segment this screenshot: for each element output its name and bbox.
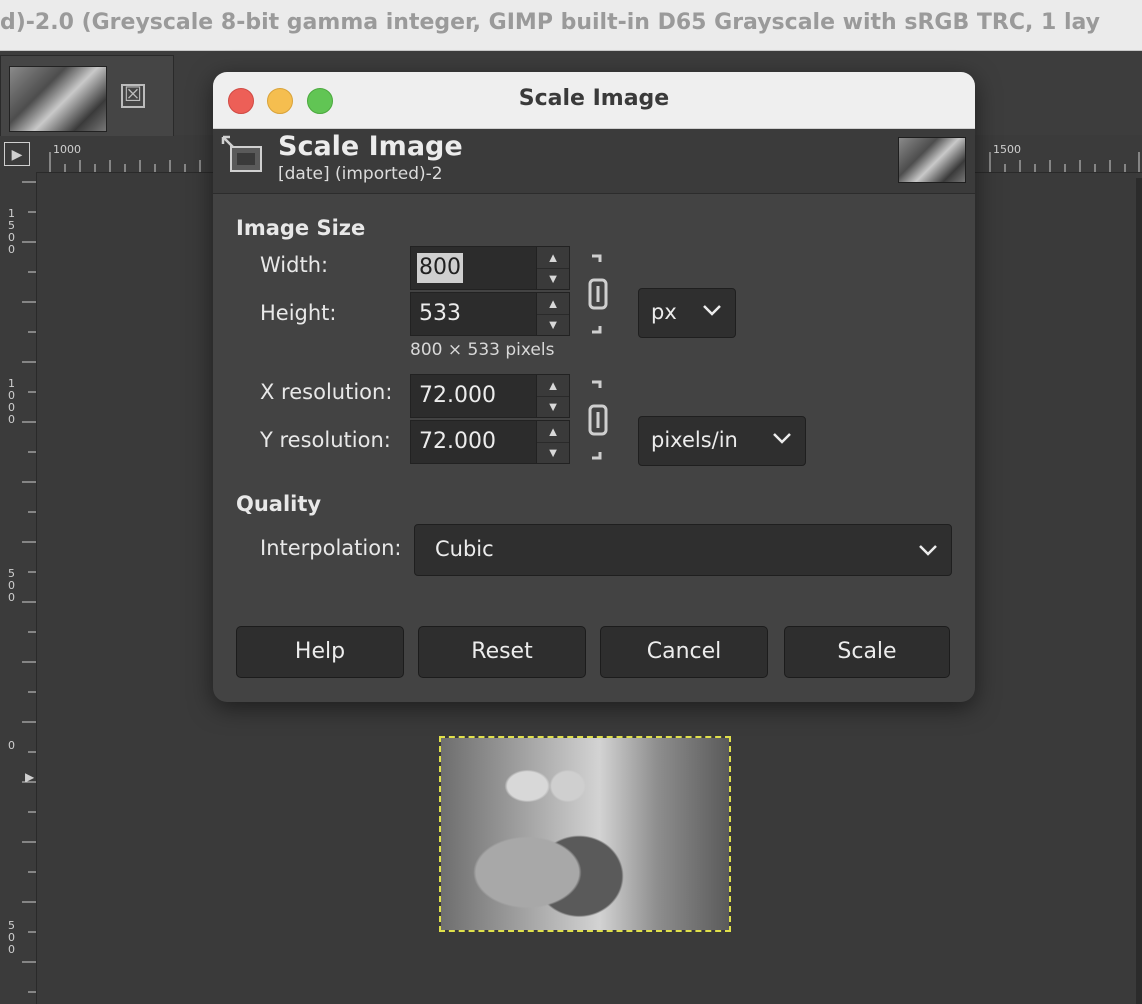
ruler-label: 500	[8, 919, 15, 956]
chevron-down-icon	[773, 433, 791, 444]
close-tab-icon[interactable]: ☒	[121, 84, 145, 108]
dialog-header-title: Scale Image	[278, 131, 463, 162]
ruler-label: 0	[8, 739, 15, 752]
reset-button[interactable]: Reset	[418, 626, 586, 678]
vertical-ruler[interactable]: 1500 1000 500 0 500	[0, 172, 37, 1004]
width-increment-icon[interactable]: ▲	[537, 247, 569, 269]
image-layer[interactable]	[439, 736, 731, 932]
dialog-titlebar[interactable]: Scale Image	[213, 72, 975, 129]
dialog-header-subtitle: [date] (imported)-2	[278, 164, 443, 184]
ruler-label: 1500	[8, 207, 15, 256]
navigation-toggle-icon[interactable]: ▶	[4, 142, 30, 166]
scale-button[interactable]: Scale	[784, 626, 950, 678]
size-chain-link-icon[interactable]	[586, 254, 610, 334]
dialog-header: Scale Image [date] (imported)-2	[213, 129, 975, 194]
image-size-section-title: Image Size	[236, 216, 366, 240]
resolution-chain-link-icon[interactable]	[586, 380, 610, 460]
canvas-scrollbar[interactable]	[1136, 178, 1142, 1004]
image-tab-thumbnail[interactable]	[9, 66, 107, 132]
height-decrement-icon[interactable]: ▼	[537, 314, 569, 335]
image-preview-thumbnail	[898, 137, 966, 183]
quality-section-title: Quality	[236, 492, 322, 516]
window-title: d)-2.0 (Greyscale 8-bit gamma integer, G…	[0, 10, 1101, 35]
ruler-label: 1500	[993, 143, 1021, 156]
width-input[interactable]: 800	[417, 253, 463, 283]
scale-image-dialog: Scale Image Scale Image [date] (imported…	[213, 72, 975, 702]
cancel-button[interactable]: Cancel	[600, 626, 768, 678]
x-resolution-label: X resolution:	[260, 380, 393, 404]
window-titlebar: d)-2.0 (Greyscale 8-bit gamma integer, G…	[0, 0, 1142, 51]
interpolation-label: Interpolation:	[260, 536, 402, 560]
vertical-ruler-ticks	[22, 181, 36, 993]
size-unit-dropdown[interactable]: px	[638, 288, 736, 338]
width-spinner[interactable]: 800 ▲ ▼	[410, 246, 570, 290]
ruler-label: 500	[8, 567, 15, 604]
y-resolution-label: Y resolution:	[260, 428, 391, 452]
x-resolution-spinner[interactable]: 72.000 ▲ ▼	[410, 374, 570, 418]
height-input[interactable]: 533	[417, 299, 463, 329]
resolution-unit-dropdown[interactable]: pixels/in	[638, 416, 806, 466]
pointer-position-marker-icon: ▶	[25, 770, 35, 784]
height-increment-icon[interactable]: ▲	[537, 293, 569, 315]
resolution-unit-value: pixels/in	[651, 428, 738, 452]
y-resolution-increment-icon[interactable]: ▲	[537, 421, 569, 443]
size-unit-value: px	[651, 300, 677, 324]
y-resolution-spinner[interactable]: 72.000 ▲ ▼	[410, 420, 570, 464]
ruler-label: 1000	[8, 377, 15, 426]
size-summary: 800 × 533 pixels	[410, 340, 555, 360]
x-resolution-decrement-icon[interactable]: ▼	[537, 396, 569, 417]
interpolation-value: Cubic	[435, 537, 494, 561]
interpolation-dropdown[interactable]: Cubic	[414, 524, 952, 576]
ruler-label: 1000	[53, 143, 81, 156]
dialog-window-title: Scale Image	[518, 86, 670, 111]
width-decrement-icon[interactable]: ▼	[537, 268, 569, 289]
height-spinner[interactable]: 533 ▲ ▼	[410, 292, 570, 336]
x-resolution-increment-icon[interactable]: ▲	[537, 375, 569, 397]
width-label: Width:	[260, 253, 329, 277]
scale-image-icon	[221, 135, 262, 172]
x-resolution-input[interactable]: 72.000	[417, 381, 498, 411]
image-tab[interactable]: ☒	[0, 55, 174, 136]
chevron-down-icon	[703, 305, 721, 316]
height-label: Height:	[260, 301, 337, 325]
y-resolution-input[interactable]: 72.000	[417, 427, 498, 457]
y-resolution-decrement-icon[interactable]: ▼	[537, 442, 569, 463]
help-button[interactable]: Help	[236, 626, 404, 678]
chevron-down-icon	[919, 545, 937, 556]
